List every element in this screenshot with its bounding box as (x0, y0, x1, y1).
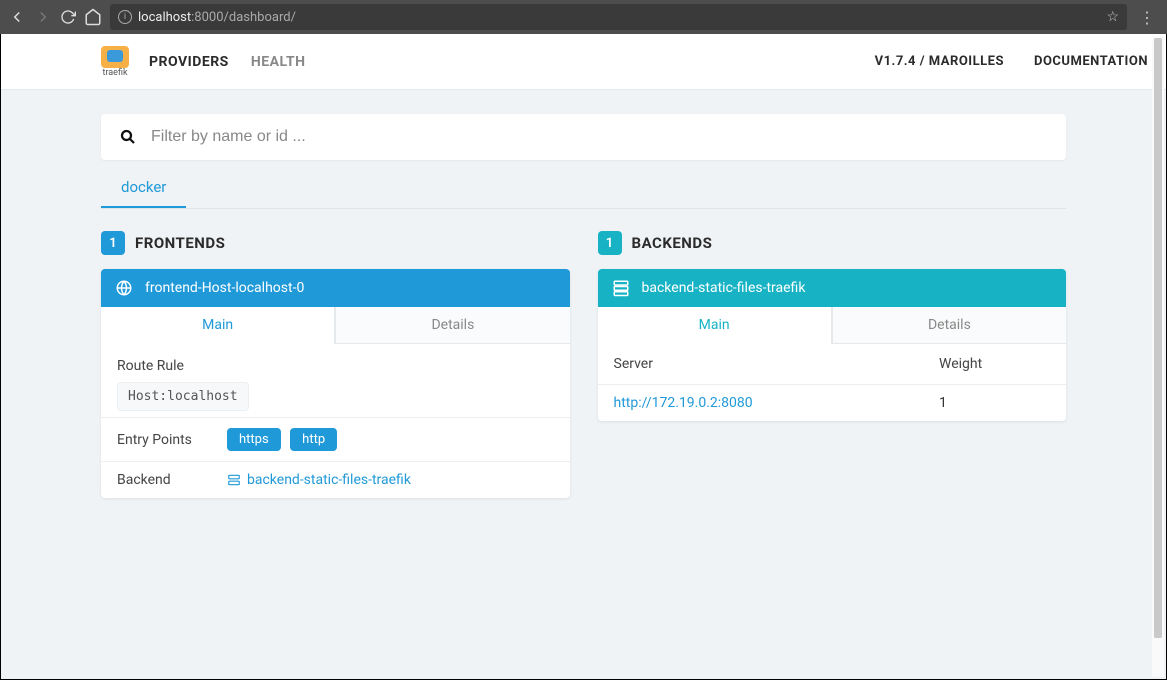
backend-card: backend-static-files-traefik Main Detail… (598, 269, 1067, 421)
entry-points-label: Entry Points (117, 432, 227, 448)
nav-documentation[interactable]: DOCUMENTATION (1034, 54, 1148, 69)
browser-menu-icon[interactable]: ⋮ (1135, 8, 1159, 27)
back-icon[interactable] (8, 8, 26, 26)
nav-providers[interactable]: PROVIDERS (149, 54, 229, 70)
frontends-header: 1 FRONTENDS (101, 231, 570, 255)
col-server: Server (598, 344, 923, 385)
globe-icon (115, 279, 133, 297)
traefik-logo-text: traefik (102, 68, 127, 78)
backends-count-badge: 1 (598, 231, 622, 255)
backend-link[interactable]: backend-static-files-traefik (227, 472, 411, 488)
traefik-logo-icon (101, 46, 129, 68)
filter-box (101, 114, 1066, 160)
frontend-card: frontend-Host-localhost-0 Main Details R… (101, 269, 570, 498)
backend-servers-table: Server Weight http://172.19.0.2:8080 1 (598, 344, 1067, 421)
col-weight: Weight (923, 344, 1066, 385)
backend-card-header: backend-static-files-traefik (598, 269, 1067, 307)
traefik-logo[interactable]: traefik (101, 46, 129, 78)
home-icon[interactable] (84, 8, 102, 26)
backends-title: BACKENDS (632, 234, 713, 252)
backend-label: Backend (117, 472, 227, 488)
frontend-tab-details[interactable]: Details (335, 307, 569, 344)
route-rule-label: Route Rule (117, 358, 554, 374)
frontend-card-header: frontend-Host-localhost-0 (101, 269, 570, 307)
browser-toolbar: i localhost:8000/dashboard/ ☆ ⋮ (0, 0, 1167, 34)
table-row: http://172.19.0.2:8080 1 (598, 385, 1067, 422)
entry-point-chip: http (290, 428, 337, 451)
route-rule-value: Host:localhost (117, 382, 249, 411)
filter-input[interactable] (151, 128, 1048, 146)
reload-icon[interactable] (60, 9, 76, 25)
server-url-link[interactable]: http://172.19.0.2:8080 (614, 395, 753, 411)
provider-tabs: docker (101, 168, 1066, 209)
frontend-tab-main[interactable]: Main (101, 307, 335, 344)
url-bar[interactable]: i localhost:8000/dashboard/ ☆ (110, 4, 1127, 30)
server-weight: 1 (923, 385, 1066, 422)
nav-health[interactable]: HEALTH (251, 54, 306, 70)
app-navbar: traefik PROVIDERS HEALTH V1.7.4 / MAROIL… (1, 34, 1166, 90)
backend-tab-details[interactable]: Details (832, 307, 1066, 344)
vertical-scrollbar[interactable] (1152, 36, 1164, 677)
url-host: localhost (138, 10, 191, 25)
bookmark-star-icon[interactable]: ☆ (1106, 9, 1119, 25)
url-path: :8000/dashboard/ (191, 10, 296, 25)
forward-icon[interactable] (34, 8, 52, 26)
provider-tab-docker[interactable]: docker (101, 168, 186, 208)
info-icon[interactable]: i (118, 10, 132, 24)
page-viewport: traefik PROVIDERS HEALTH V1.7.4 / MAROIL… (0, 34, 1167, 680)
scrollbar-thumb[interactable] (1154, 38, 1162, 638)
frontends-count-badge: 1 (101, 231, 125, 255)
backend-link-text: backend-static-files-traefik (247, 472, 411, 488)
backends-header: 1 BACKENDS (598, 231, 1067, 255)
backend-tab-main[interactable]: Main (598, 307, 832, 344)
frontends-title: FRONTENDS (135, 234, 225, 252)
backend-card-title: backend-static-files-traefik (642, 280, 806, 296)
search-icon (119, 128, 137, 146)
nav-version[interactable]: V1.7.4 / MAROILLES (875, 54, 1004, 69)
server-icon (227, 473, 241, 487)
entry-point-chip: https (227, 428, 281, 451)
server-icon (612, 279, 630, 297)
frontend-card-title: frontend-Host-localhost-0 (145, 280, 304, 296)
